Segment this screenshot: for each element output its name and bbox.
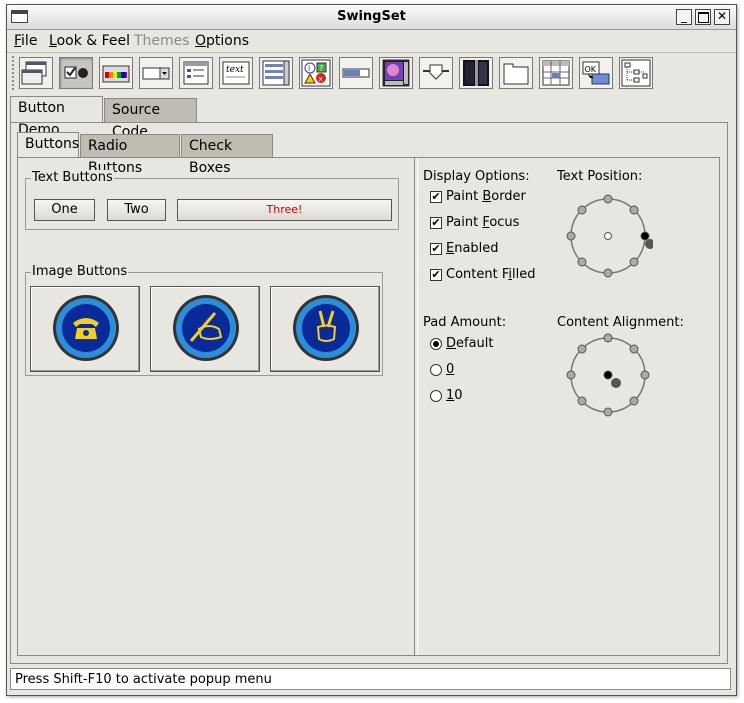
enabled-check[interactable]: ✔ [430, 243, 442, 255]
option-pane-icon[interactable]: i? x [299, 57, 333, 89]
pad-ten-dot[interactable] [430, 390, 442, 402]
tab-radio-buttons[interactable]: Radio Buttons [80, 134, 180, 176]
telephone-icon [53, 295, 119, 361]
tooltip-icon[interactable]: OK [579, 57, 613, 89]
image-buttons-group: Image Buttons [25, 264, 383, 376]
minimize-icon: _ [681, 9, 687, 23]
progress-bar-icon[interactable] [339, 57, 373, 89]
menu-themes[interactable]: Themes [134, 33, 190, 49]
tab-buttons[interactable]: Buttons [17, 132, 79, 158]
status-bar: Press Shift-F10 to activate popup menu [10, 668, 731, 690]
swingset-window: SwingSet _ ✕ File Look & Feel Themes Opt… [6, 4, 737, 696]
content-filled-label: Content Filled [446, 267, 536, 282]
image-buttons-title: Image Buttons [31, 264, 129, 279]
window-title: SwingSet [337, 9, 406, 24]
title-bar[interactable]: SwingSet _ ✕ [7, 5, 736, 30]
display-options-title: Display Options: [423, 169, 530, 184]
menu-look-label: ook & Feel [56, 33, 131, 49]
writing-hand-icon [173, 295, 239, 361]
tab-check-boxes[interactable]: Check Boxes [181, 134, 273, 176]
button-two[interactable]: Two [107, 199, 166, 221]
paint-focus-label: Paint Focus [446, 215, 520, 230]
menu-file-label: ile [21, 33, 38, 49]
paint-focus-check[interactable]: ✔ [430, 217, 442, 229]
close-icon: ✕ [716, 9, 728, 23]
paint-border-label: Paint Border [446, 189, 526, 204]
content-filled-check[interactable]: ✔ [430, 269, 442, 281]
buttons-panel: Text Buttons One Two Three! Image Button… [17, 157, 720, 656]
image-button-peace[interactable] [270, 286, 380, 372]
scroll-pane-icon[interactable] [379, 57, 413, 89]
split-pane-icon[interactable] [459, 57, 493, 89]
file-chooser-icon[interactable] [179, 57, 213, 89]
toolbar-grip[interactable] [12, 56, 18, 90]
maximize-icon [697, 12, 709, 23]
image-button-phone[interactable] [30, 286, 140, 372]
pad-default-label: Default [446, 336, 494, 351]
text-buttons-title: Text Buttons [31, 170, 114, 185]
menu-options-mnemonic: O [195, 33, 207, 49]
minimize-button[interactable]: _ [676, 9, 692, 25]
menu-look-mnemonic: L [49, 33, 57, 49]
combobox-icon[interactable] [139, 57, 173, 89]
tab-source-code[interactable]: Source Code [104, 98, 197, 140]
menu-options-label: ptions [206, 33, 250, 49]
internal-frame-icon[interactable] [19, 57, 53, 89]
content-alignment-dial[interactable] [563, 330, 653, 420]
pad-ten-label: 10 [446, 388, 463, 403]
color-chooser-icon[interactable] [99, 57, 133, 89]
status-text: Press Shift-F10 to activate popup menu [15, 672, 272, 687]
text-buttons-group: Text Buttons One Two Three! [25, 170, 399, 230]
paint-border-check[interactable]: ✔ [430, 191, 442, 203]
editor-pane-icon[interactable]: text [219, 57, 253, 89]
demo-panel: Buttons Radio Buttons Check Boxes Text B… [10, 122, 728, 664]
tree-icon[interactable] [619, 57, 653, 89]
menu-bar: File Look & Feel Themes Options [7, 30, 736, 53]
svg-text:?: ? [319, 64, 323, 73]
button-one[interactable]: One [34, 199, 95, 221]
toolbar: text i? x OK [7, 53, 736, 93]
buttons-icon[interactable] [59, 57, 93, 89]
maximize-button[interactable] [695, 9, 711, 25]
tabbed-pane-icon[interactable] [499, 57, 533, 89]
tab-button-demo[interactable]: Button Demo [10, 96, 103, 138]
svg-text:OK: OK [585, 65, 597, 74]
pad-zero-dot[interactable] [430, 364, 442, 376]
close-button[interactable]: ✕ [714, 9, 730, 25]
content-alignment-title: Content Alignment: [557, 315, 684, 330]
menu-file[interactable]: File [14, 33, 37, 49]
menu-options[interactable]: Options [195, 33, 249, 49]
menu-file-mnemonic: F [14, 33, 22, 49]
svg-text:i: i [308, 64, 310, 73]
image-button-write[interactable] [150, 286, 260, 372]
menu-look-and-feel[interactable]: Look & Feel [49, 33, 130, 49]
text-position-dial[interactable] [563, 191, 655, 281]
pad-zero-label: 0 [446, 362, 455, 377]
list-icon[interactable] [259, 57, 293, 89]
enabled-label: Enabled [446, 241, 499, 256]
svg-text:text: text [226, 65, 244, 75]
button-three[interactable]: Three! [177, 199, 392, 221]
peace-sign-icon [293, 295, 359, 361]
svg-text:x: x [319, 75, 323, 83]
text-position-title: Text Position: [557, 169, 643, 184]
table-icon[interactable] [539, 57, 573, 89]
pad-default-dot[interactable] [430, 338, 442, 350]
slider-icon[interactable] [419, 57, 453, 89]
pad-amount-title: Pad Amount: [423, 315, 507, 330]
panel-divider [414, 158, 418, 655]
